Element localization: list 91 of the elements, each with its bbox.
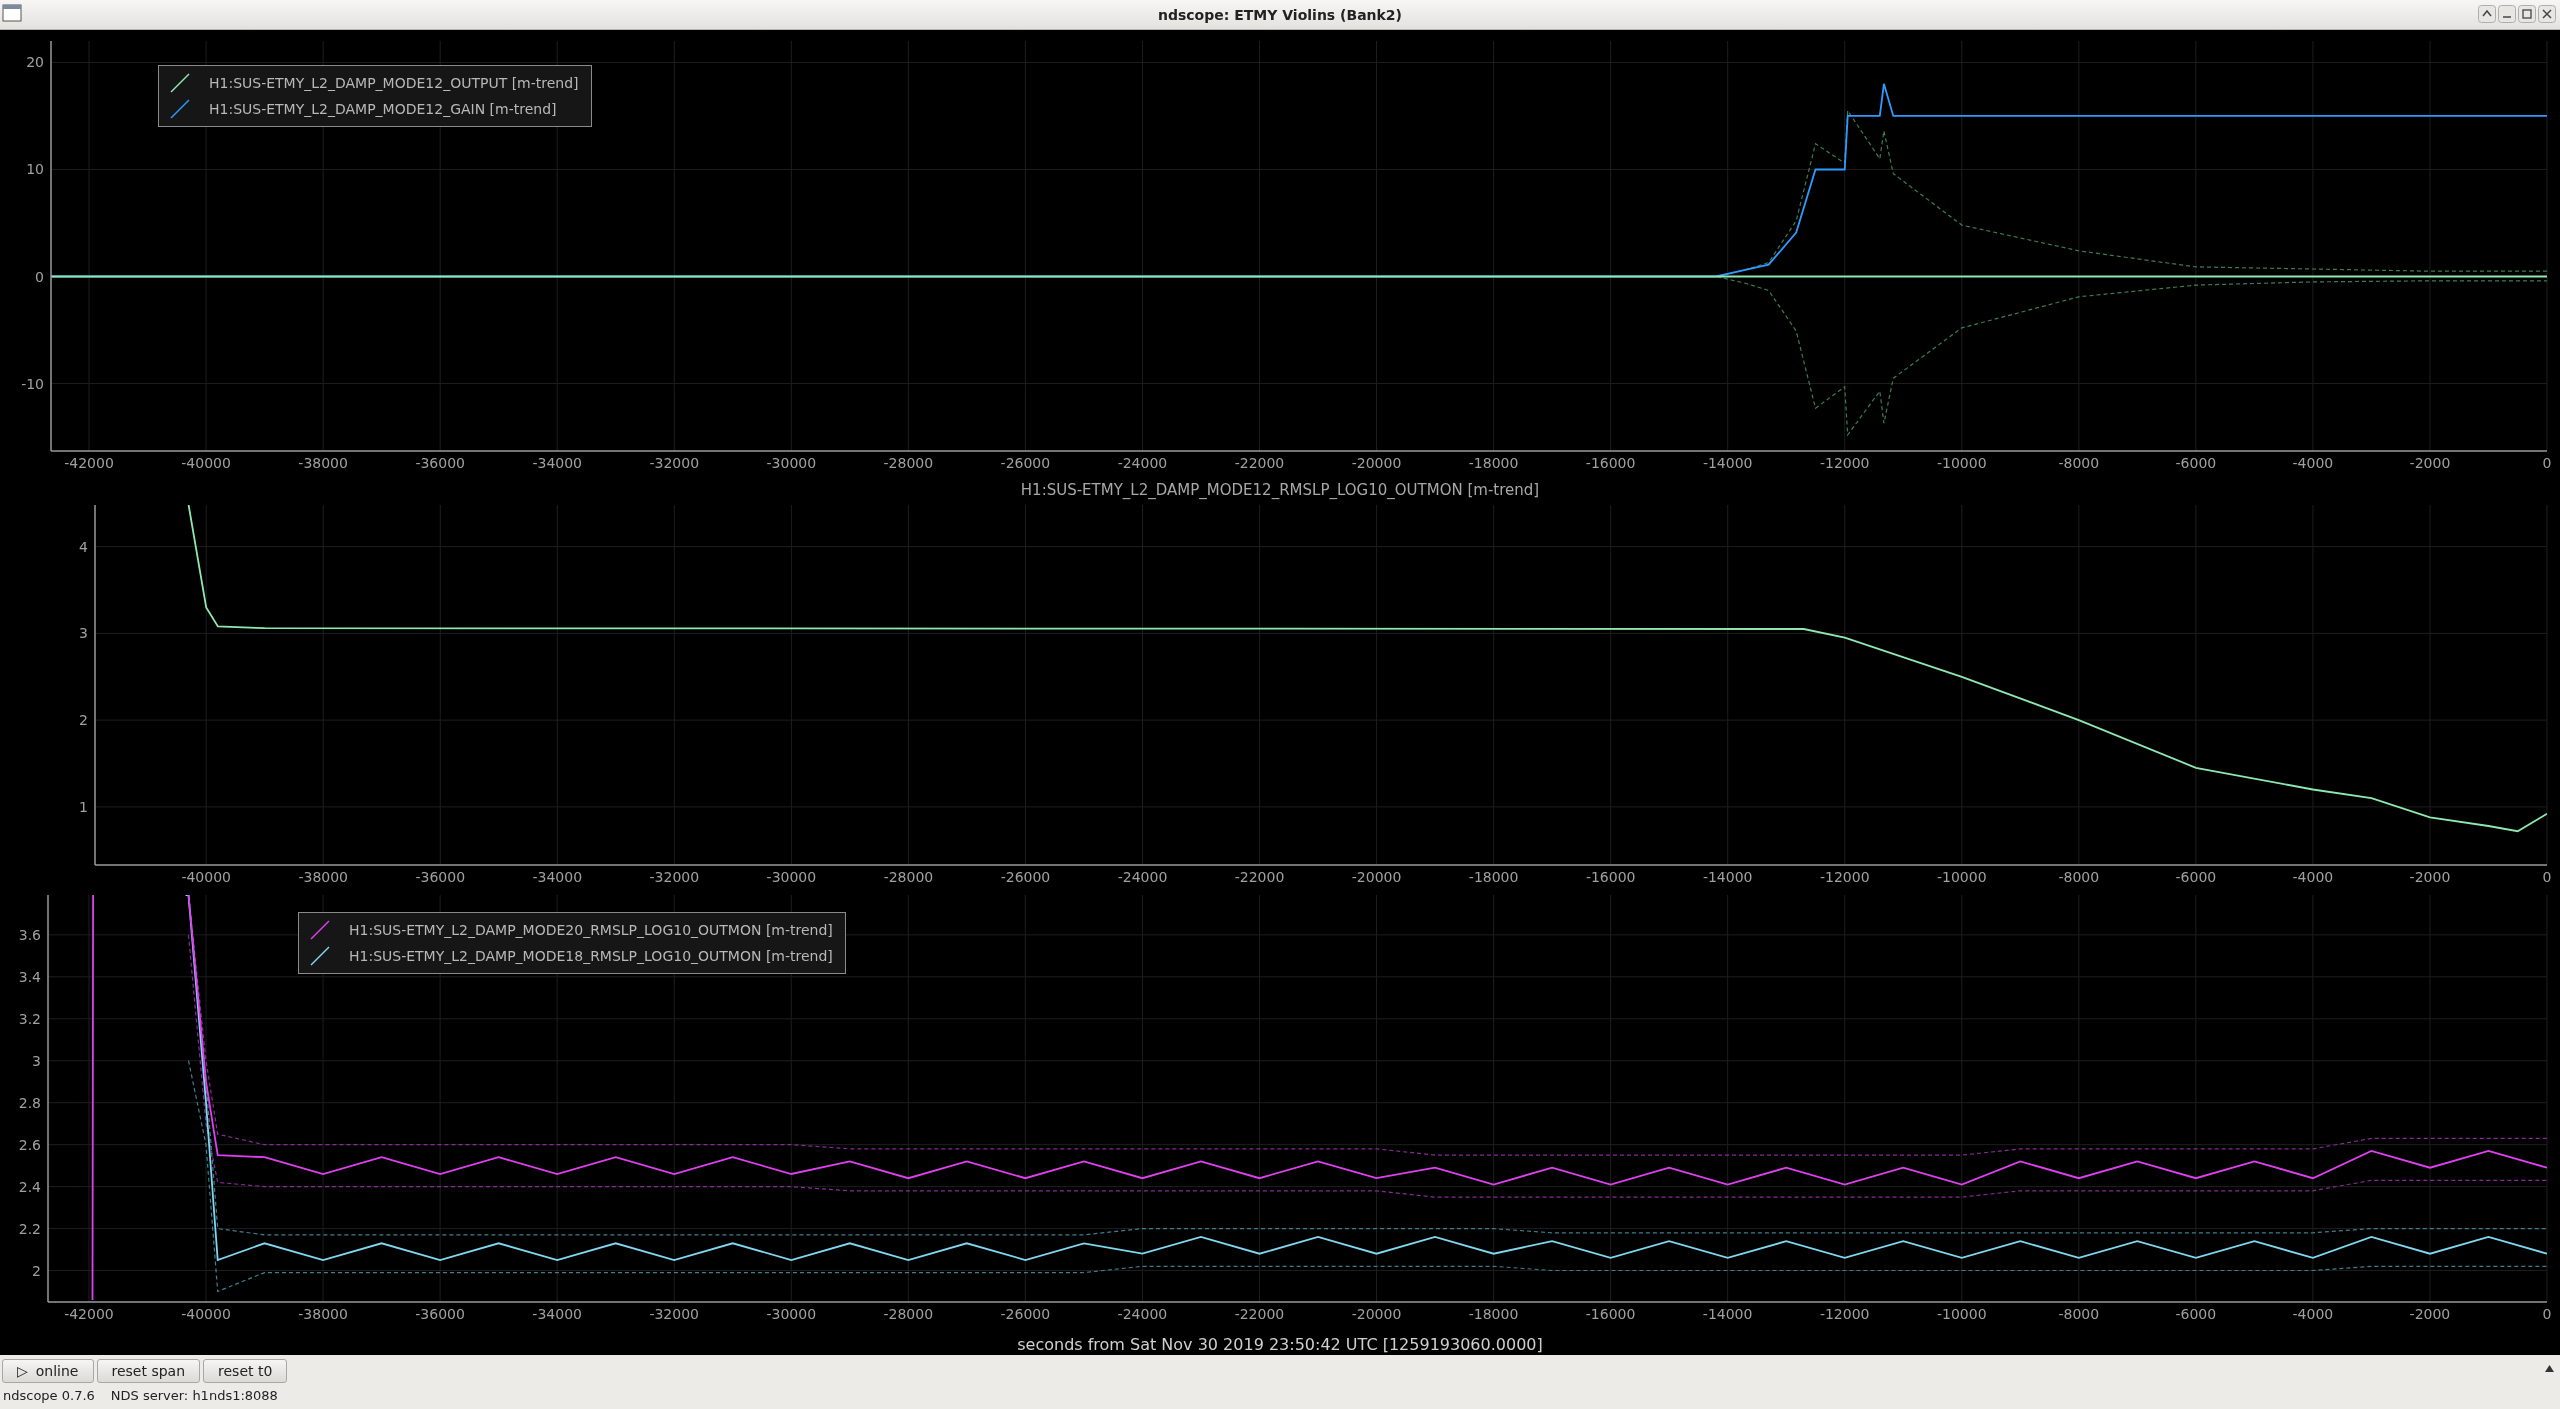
x-tick-label: -28000 <box>883 455 934 471</box>
y-tick-label: 3 <box>79 625 88 642</box>
x-tick-label: -20000 <box>1351 455 1402 471</box>
x-tick-label: -14000 <box>1702 455 1753 471</box>
y-tick-label: 10 <box>26 161 44 178</box>
window-title: ndscope: ETMY Violins (Bank2) <box>1158 6 1402 23</box>
x-tick-label: -18000 <box>1468 869 1519 885</box>
y-tick-label: -10 <box>21 375 44 392</box>
y-tick-label: 3.6 <box>18 926 41 943</box>
x-tick-label: -24000 <box>1117 1306 1168 1322</box>
y-tick-label: 2 <box>32 1262 41 1279</box>
x-tick-label: -8000 <box>2058 455 2100 471</box>
x-tick-label: -36000 <box>415 1306 465 1322</box>
y-tick-label: 2.8 <box>18 1094 41 1111</box>
x-tick-label: -18000 <box>1468 1306 1519 1322</box>
x-tick-label: -22000 <box>1234 1306 1285 1322</box>
legend-label: H1:SUS-ETMY_L2_DAMP_MODE18_RMSLP_LOG10_OUTMON [m-trend] <box>349 948 833 964</box>
x-tick-label: -40000 <box>181 869 231 885</box>
y-tick-label: 2.6 <box>18 1136 41 1153</box>
plot-title: H1:SUS-ETMY_L2_DAMP_MODE12_RMSLP_LOG10_OUTMON [m-trend] <box>1020 480 1540 500</box>
x-tick-label: -14000 <box>1702 1306 1753 1322</box>
y-tick-label: 2.4 <box>18 1178 41 1195</box>
x-tick-label: -12000 <box>1819 869 1870 885</box>
x-tick-label: -34000 <box>532 869 583 885</box>
x-tick-label: -42000 <box>64 1306 114 1322</box>
y-tick-label: 3.2 <box>18 1010 41 1027</box>
x-tick-label: -22000 <box>1234 869 1285 885</box>
x-tick-label: -16000 <box>1585 869 1636 885</box>
x-tick-label: -38000 <box>298 455 348 471</box>
x-tick-label: -8000 <box>2058 869 2100 885</box>
y-tick-label: 2.2 <box>18 1220 41 1237</box>
x-tick-label: -42000 <box>64 455 114 471</box>
x-tick-label: -38000 <box>298 1306 348 1322</box>
x-tick-label: -32000 <box>649 1306 699 1322</box>
x-tick-label: -16000 <box>1585 1306 1636 1322</box>
x-tick-label: -28000 <box>883 1306 934 1322</box>
x-axis-label: seconds from Sat Nov 30 2019 23:50:42 UTC [1259193060.0000] <box>1017 1335 1543 1355</box>
x-tick-label: -40000 <box>181 455 231 471</box>
x-tick-label: -26000 <box>1000 1306 1051 1322</box>
server-label: NDS server: h1nds1:8088 <box>110 1388 278 1403</box>
x-tick-label: -34000 <box>532 1306 582 1322</box>
x-tick-label: -20000 <box>1351 869 1402 885</box>
x-tick-label: 0 <box>2542 869 2552 885</box>
x-tick-label: -6000 <box>2175 1306 2217 1322</box>
x-tick-label: -6000 <box>2175 455 2217 471</box>
x-tick-label: -30000 <box>766 1306 817 1322</box>
x-tick-label: -20000 <box>1351 1306 1402 1322</box>
x-tick-label: 0 <box>2542 1306 2552 1322</box>
x-tick-label: -2000 <box>2409 455 2451 471</box>
x-tick-label: -10000 <box>1936 455 1987 471</box>
x-tick-label: -36000 <box>415 455 465 471</box>
x-tick-label: -40000 <box>181 1306 231 1322</box>
version-label: ndscope 0.7.6 <box>3 1388 95 1403</box>
x-tick-label: -32000 <box>649 455 700 471</box>
x-tick-label: -38000 <box>298 869 349 885</box>
x-tick-label: -16000 <box>1585 455 1636 471</box>
x-tick-label: -12000 <box>1819 1306 1870 1322</box>
x-tick-label: -30000 <box>766 455 817 471</box>
y-tick-label: 0 <box>35 268 44 285</box>
x-tick-label: 0 <box>2542 455 2552 471</box>
x-tick-label: -4000 <box>2292 1306 2334 1322</box>
legend-label: H1:SUS-ETMY_L2_DAMP_MODE12_GAIN [m-trend] <box>209 101 557 117</box>
y-tick-label: 3 <box>32 1052 41 1069</box>
x-tick-label: -18000 <box>1468 455 1519 471</box>
x-tick-label: -4000 <box>2292 455 2334 471</box>
x-tick-label: -12000 <box>1819 455 1870 471</box>
x-tick-label: -26000 <box>1000 869 1051 885</box>
x-tick-label: -24000 <box>1117 869 1168 885</box>
x-tick-label: -30000 <box>766 869 817 885</box>
y-tick-label: 1 <box>79 798 88 815</box>
x-tick-label: -36000 <box>415 869 466 885</box>
legend-label: H1:SUS-ETMY_L2_DAMP_MODE20_RMSLP_LOG10_OUTMON [m-trend] <box>349 922 833 938</box>
x-tick-label: -2000 <box>2409 1306 2451 1322</box>
y-tick-label: 20 <box>26 54 44 71</box>
y-tick-label: 3.4 <box>18 968 41 985</box>
y-tick-label: 4 <box>79 538 88 555</box>
x-tick-label: -4000 <box>2292 869 2334 885</box>
x-tick-label: -28000 <box>883 869 934 885</box>
x-tick-label: -14000 <box>1702 869 1753 885</box>
x-tick-label: -2000 <box>2409 869 2451 885</box>
x-tick-label: -6000 <box>2175 869 2217 885</box>
x-tick-label: -22000 <box>1234 455 1285 471</box>
x-tick-label: -34000 <box>532 455 582 471</box>
x-tick-label: -26000 <box>1000 455 1051 471</box>
x-tick-label: -32000 <box>649 869 700 885</box>
x-tick-label: -24000 <box>1117 455 1168 471</box>
x-tick-label: -8000 <box>2058 1306 2100 1322</box>
x-tick-label: -10000 <box>1936 1306 1987 1322</box>
y-tick-label: 2 <box>79 712 88 729</box>
x-tick-label: -10000 <box>1937 869 1987 885</box>
legend-label: H1:SUS-ETMY_L2_DAMP_MODE12_OUTPUT [m-trend] <box>209 75 579 91</box>
